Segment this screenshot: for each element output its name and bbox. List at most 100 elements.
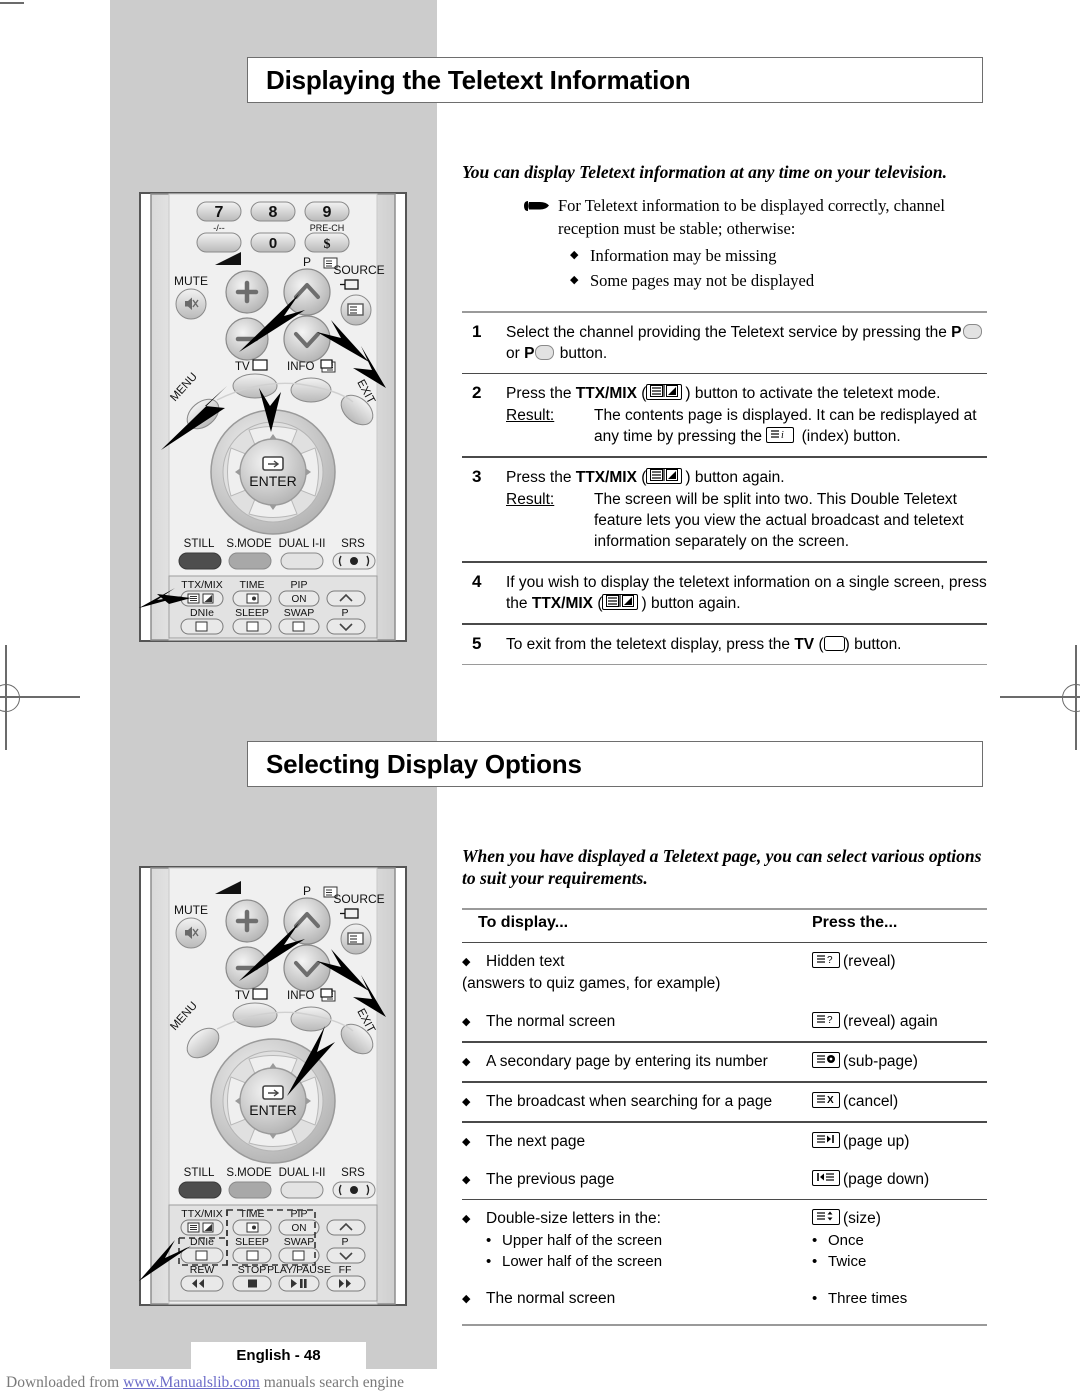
result-text: The contents page is displayed. It can b…: [594, 407, 977, 446]
step-row: 3 Press the TTX/MIX () button again. Res…: [462, 458, 987, 561]
callout-arrows-top: [139, 294, 386, 608]
ttx-mix-icon: [646, 384, 683, 401]
option-action-label: (page up): [843, 1132, 910, 1150]
option-description: ◆ The next page: [462, 1131, 812, 1153]
ttx-mix-icon: [602, 593, 639, 610]
option-action-label: (sub-page): [843, 1053, 918, 1071]
option-action-sub-label: Three times: [828, 1290, 908, 1308]
note-bullet-label: Information may be missing: [590, 246, 777, 265]
sub-page-icon: [812, 1052, 840, 1069]
section-title-bar-display-options: Selecting Display Options: [247, 741, 983, 787]
download-bar: Downloaded from www.Manualslib.com manua…: [0, 1369, 1080, 1397]
option-action-sub-label: Twice: [828, 1253, 867, 1271]
cancel-icon: X: [812, 1091, 840, 1108]
option-action: (page up): [812, 1131, 987, 1153]
option-action-sub: • Twice: [812, 1251, 987, 1272]
step-text-part: To exit from the teletext display, press…: [506, 635, 795, 653]
option-action-label: (size): [843, 1210, 881, 1228]
section2-intro: When you have displayed a Teletext page,…: [462, 846, 982, 888]
option-action-label: (reveal): [843, 953, 896, 971]
option-label: The next page: [486, 1132, 586, 1150]
reveal-icon: ?: [812, 1012, 840, 1029]
divider: [462, 663, 987, 666]
diamond-bullet-icon: ◆: [570, 249, 579, 261]
step-text-part: button.: [555, 344, 608, 362]
dot-bullet-icon: •: [486, 1232, 492, 1250]
option-description: ◆ Double-size letters in the: • Upper half…: [462, 1208, 812, 1272]
table-row: ◆ Double-size letters in the: • Upper half…: [462, 1200, 987, 1280]
result-label: Result:: [506, 407, 555, 425]
step-bold-key: TTX/MIX: [575, 469, 637, 487]
option-action: • Three times: [812, 1288, 987, 1310]
step-text: To exit from the teletext display, press…: [506, 635, 902, 653]
remote-control-illustration-top: 7 8 9 -/-- PRE-CH 0 $ MUTE P SOURCE MENU…: [139, 192, 407, 642]
step-row: 5 To exit from the teletext display, pre…: [462, 625, 987, 664]
table-row: ◆ The broadcast when searching for a page…: [462, 1083, 987, 1121]
remote-control-illustration-bottom: MUTE P SOURCE MENU TV INFO EXIT ENTER ST…: [139, 866, 407, 1306]
table-header-row: To display... Press the...: [462, 910, 987, 942]
svg-text:i: i: [781, 430, 784, 440]
p-up-icon: [962, 323, 982, 339]
option-action: (size) • Once • Twice: [812, 1208, 987, 1272]
option-label: Double-size letters in the:: [486, 1210, 661, 1228]
note-bullet-item: ◆ Some pages may not be displayed: [570, 268, 992, 293]
page-down-icon: [812, 1169, 840, 1186]
section-title-bar-teletext: Displaying the Teletext Information: [247, 57, 983, 103]
option-label: The previous page: [486, 1170, 615, 1188]
manual-page: Displaying the Teletext Information You …: [0, 0, 1080, 1397]
table-row: ◆ The next page (page up): [462, 1123, 987, 1161]
download-prefix: Downloaded from: [6, 1374, 124, 1391]
table-row: ◆ The normal screen ? (reveal) again: [462, 1003, 987, 1041]
download-suffix: manuals search engine: [259, 1374, 405, 1391]
step-row: 2 Press the TTX/MIX () button to activat…: [462, 374, 987, 456]
table-row: ◆ The previous page (page down): [462, 1161, 987, 1199]
diamond-bullet-icon: ◆: [462, 1213, 471, 1226]
option-action: (sub-page): [812, 1051, 987, 1073]
pointing-hand-icon: [522, 195, 558, 219]
page-number-label: English - 48: [236, 1347, 321, 1364]
step-row: 1 Select the channel providing the Telet…: [462, 313, 987, 373]
step-number: 2: [472, 383, 482, 403]
option-label: The normal screen: [486, 1013, 616, 1031]
step-number: 5: [472, 633, 482, 653]
step-bold-key: TTX/MIX: [531, 594, 593, 612]
callout-arrows-bottom: [139, 923, 386, 1281]
result-text: The screen will be split into two. This …: [594, 491, 964, 551]
step-text: If you wish to display the teletext info…: [506, 573, 987, 612]
diamond-bullet-icon: ◆: [462, 1095, 471, 1108]
dot-bullet-icon: •: [812, 1232, 818, 1250]
step-text-part: Press the: [506, 469, 576, 487]
p-down-icon: [535, 344, 555, 360]
ttx-mix-icon: [646, 468, 683, 485]
option-sublabel: (answers to quiz games, for example): [462, 975, 721, 993]
column-header-right: Press the...: [812, 913, 898, 931]
dot-bullet-icon: •: [812, 1253, 818, 1271]
dot-bullet-icon: •: [486, 1253, 492, 1271]
option-sub-label: Upper half of the screen: [502, 1232, 663, 1250]
option-action: (page down): [812, 1169, 987, 1191]
tv-button-icon: [823, 635, 845, 651]
option-action: ? (reveal): [812, 951, 987, 995]
option-description: ◆ The normal screen: [462, 1288, 812, 1310]
page-up-icon: [812, 1131, 840, 1148]
svg-text:?: ?: [827, 955, 833, 965]
step-text-part: or: [506, 344, 525, 362]
step-number: 4: [472, 571, 482, 591]
step-bold-key: TTX/MIX: [575, 385, 637, 403]
index-icon: i: [766, 427, 795, 444]
diamond-bullet-icon: ◆: [462, 1293, 471, 1306]
table-row: ◆ The normal screen • Three times: [462, 1280, 987, 1318]
option-label: The normal screen: [486, 1290, 616, 1308]
note-text: For Teletext information to be displayed…: [558, 196, 945, 238]
step-number: 1: [472, 321, 482, 341]
diamond-bullet-icon: ◆: [462, 1056, 471, 1069]
option-action-sub: • Three times: [812, 1288, 987, 1309]
option-action-label: (page down): [843, 1170, 930, 1188]
divider: [462, 1324, 987, 1326]
note-bullet-label: Some pages may not be displayed: [590, 271, 815, 290]
manualslib-link[interactable]: www.Manualslib.com: [123, 1374, 260, 1391]
option-description: ◆ Hidden text (answers to quiz games, for…: [462, 951, 812, 995]
step-text-part: Select the channel providing the Teletex…: [506, 323, 952, 341]
step-bold-key: P: [524, 344, 535, 362]
page-title: Displaying the Teletext Information: [266, 64, 691, 95]
